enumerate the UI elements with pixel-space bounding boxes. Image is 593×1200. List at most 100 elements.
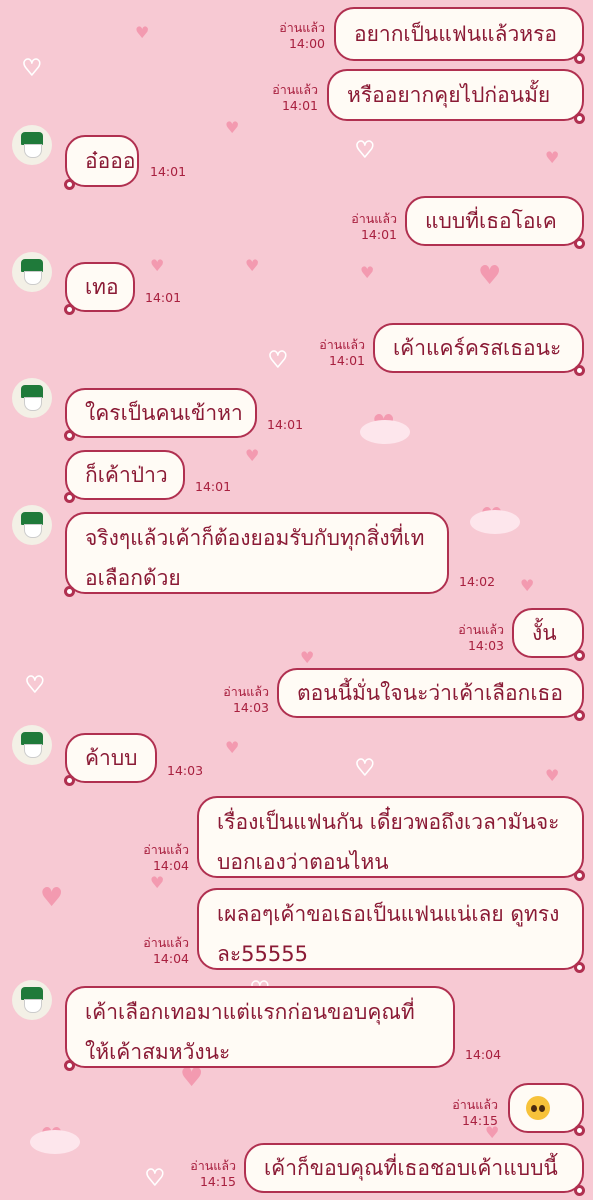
incoming-message-bubble[interactable]: จริงๆแล้วเค้าก็ต้องยอมรับกับทุกสิ่งที่เท… (64, 512, 449, 597)
bubble-tail (64, 775, 75, 786)
message-time: 14:01 (195, 479, 232, 494)
message-meta: อ่านแล้ว 14:01 (351, 211, 397, 243)
message-text: เรื่องเป็นแฟนกัน เดี๋ยวพอถึงเวลามันจะบอก… (217, 810, 560, 874)
message-text: ก็เค้าป่าว (85, 463, 168, 487)
heart-outline-decoration-icon: ♥ (267, 348, 288, 373)
read-receipt: อ่านแล้ว (458, 622, 504, 637)
outgoing-message-bubble[interactable]: งั้น (512, 608, 585, 661)
heart-decoration-icon: ♥ (300, 648, 315, 667)
heart-outline-decoration-icon: ♥ (144, 1166, 165, 1191)
heart-decoration-icon: ♥ (135, 23, 150, 42)
bubble-tail (574, 238, 585, 249)
avatar-face (24, 271, 42, 285)
bubble-tail (64, 1060, 75, 1071)
incoming-message-bubble[interactable]: เทอ (64, 262, 135, 315)
message-text: เค้าแคร์ครสเธอนะ (393, 336, 562, 360)
heart-decoration-icon: ♥ (478, 261, 502, 291)
incoming-message-bubble[interactable]: ค้าบบ (64, 733, 157, 786)
incoming-message-bubble[interactable]: อ๋อออ (64, 135, 139, 190)
bubble-tail (574, 650, 585, 661)
wing-decoration (470, 510, 520, 534)
bubble-tail (64, 586, 75, 597)
message-meta: อ่านแล้ว 14:01 (319, 337, 365, 369)
bubble-tail (574, 1185, 585, 1196)
heart-decoration-icon: ♥ (520, 576, 535, 595)
outgoing-message-bubble[interactable]: เค้าแคร์ครสเธอนะ (373, 323, 585, 376)
outgoing-message-bubble[interactable]: เรื่องเป็นแฟนกัน เดี๋ยวพอถึงเวลามันจะบอก… (197, 796, 585, 881)
read-receipt: อ่านแล้ว (190, 1158, 236, 1173)
read-receipt: อ่านแล้ว (351, 211, 397, 226)
message-time: 14:00 (288, 36, 325, 51)
outgoing-message-bubble[interactable] (508, 1083, 585, 1136)
outgoing-message-bubble[interactable]: เค้าก็ขอบคุณที่เธอชอบเค้าแบบนี้ (244, 1143, 585, 1196)
message-time: 14:01 (281, 98, 318, 113)
avatar-face (24, 144, 42, 158)
message-time: 14:15 (199, 1174, 236, 1189)
bubble-tail (64, 179, 75, 190)
message-meta: อ่านแล้ว 14:04 (143, 842, 189, 874)
heart-decoration-icon: ♥ (225, 118, 240, 137)
bubble-tail (64, 492, 75, 503)
message-time: 14:04 (152, 858, 189, 873)
outgoing-message-bubble[interactable]: อยากเป็นแฟนแล้วหรอ (334, 7, 585, 64)
message-meta: อ่านแล้ว 14:03 (223, 684, 269, 716)
message-time: 14:04 (152, 951, 189, 966)
wing-decoration (360, 420, 410, 444)
avatar-face (24, 397, 42, 411)
message-time: 14:03 (232, 700, 269, 715)
outgoing-message-bubble[interactable]: แบบที่เธอโอเค (405, 196, 585, 249)
message-meta: อ่านแล้ว 14:01 (272, 82, 318, 114)
heart-decoration-icon: ♥ (360, 263, 375, 282)
heart-decoration-icon: ♥ (545, 766, 560, 785)
outgoing-message-bubble[interactable]: เผลอๆเค้าขอเธอเป็นแฟนแน่เลย ดูทรงละ55555 (197, 888, 585, 973)
message-meta: อ่านแล้ว 14:00 (279, 20, 325, 52)
contact-avatar[interactable] (12, 980, 52, 1020)
contact-avatar[interactable] (12, 125, 52, 165)
message-meta: อ่านแล้ว 14:03 (458, 622, 504, 654)
heart-outline-decoration-icon: ♥ (21, 56, 42, 81)
incoming-message-bubble[interactable]: เค้าเลือกเทอมาแต่แรกก่อนขอบคุณที่ให้เค้า… (64, 986, 455, 1071)
heart-decoration-icon: ♥ (150, 873, 165, 892)
incoming-message-bubble[interactable]: ก็เค้าป่าว (64, 450, 185, 503)
read-receipt: อ่านแล้ว (279, 20, 325, 35)
pleading-face-emoji-icon (526, 1096, 550, 1120)
heart-outline-decoration-icon: ♥ (24, 673, 45, 698)
contact-avatar[interactable] (12, 378, 52, 418)
bubble-tail (574, 365, 585, 376)
heart-outline-decoration-icon: ♥ (354, 756, 375, 781)
heart-decoration-icon: ♥ (225, 738, 240, 757)
message-time: 14:02 (459, 574, 496, 589)
read-receipt: อ่านแล้ว (452, 1097, 498, 1112)
message-text: งั้น (532, 621, 557, 645)
message-text: จริงๆแล้วเค้าก็ต้องยอมรับกับทุกสิ่งที่เท… (85, 526, 425, 590)
message-time: 14:01 (150, 164, 187, 179)
read-receipt: อ่านแล้ว (223, 684, 269, 699)
outgoing-message-bubble[interactable]: ตอนนี้มั่นใจนะว่าเค้าเลือกเธอ (277, 668, 585, 721)
heart-decoration-icon: ♥ (245, 446, 260, 465)
message-time: 14:01 (360, 227, 397, 242)
bubble-tail (64, 304, 75, 315)
message-text: เทอ (85, 275, 119, 299)
read-receipt: อ่านแล้ว (272, 82, 318, 97)
read-receipt: อ่านแล้ว (143, 935, 189, 950)
contact-avatar[interactable] (12, 252, 52, 292)
message-text: เค้าเลือกเทอมาแต่แรกก่อนขอบคุณที่ให้เค้า… (85, 1000, 415, 1064)
avatar-face (24, 524, 42, 538)
incoming-message-bubble[interactable]: ใครเป็นคนเข้าหา (64, 388, 257, 441)
message-text: เผลอๆเค้าขอเธอเป็นแฟนแน่เลย ดูทรงละ55555 (217, 902, 560, 966)
message-time: 14:15 (461, 1113, 498, 1128)
bubble-tail (574, 870, 585, 881)
avatar-face (24, 999, 42, 1013)
contact-avatar[interactable] (12, 725, 52, 765)
bubble-tail (574, 710, 585, 721)
read-receipt: อ่านแล้ว (319, 337, 365, 352)
message-time: 14:01 (145, 290, 182, 305)
message-text: เค้าก็ขอบคุณที่เธอชอบเค้าแบบนี้ (264, 1156, 558, 1180)
message-meta: อ่านแล้ว 14:04 (143, 935, 189, 967)
contact-avatar[interactable] (12, 505, 52, 545)
message-time: 14:03 (167, 763, 204, 778)
read-receipt: อ่านแล้ว (143, 842, 189, 857)
bubble-tail (574, 1125, 585, 1136)
wing-decoration (30, 1130, 80, 1154)
outgoing-message-bubble[interactable]: หรืออยากคุยไปก่อนมั้ย (327, 69, 585, 124)
